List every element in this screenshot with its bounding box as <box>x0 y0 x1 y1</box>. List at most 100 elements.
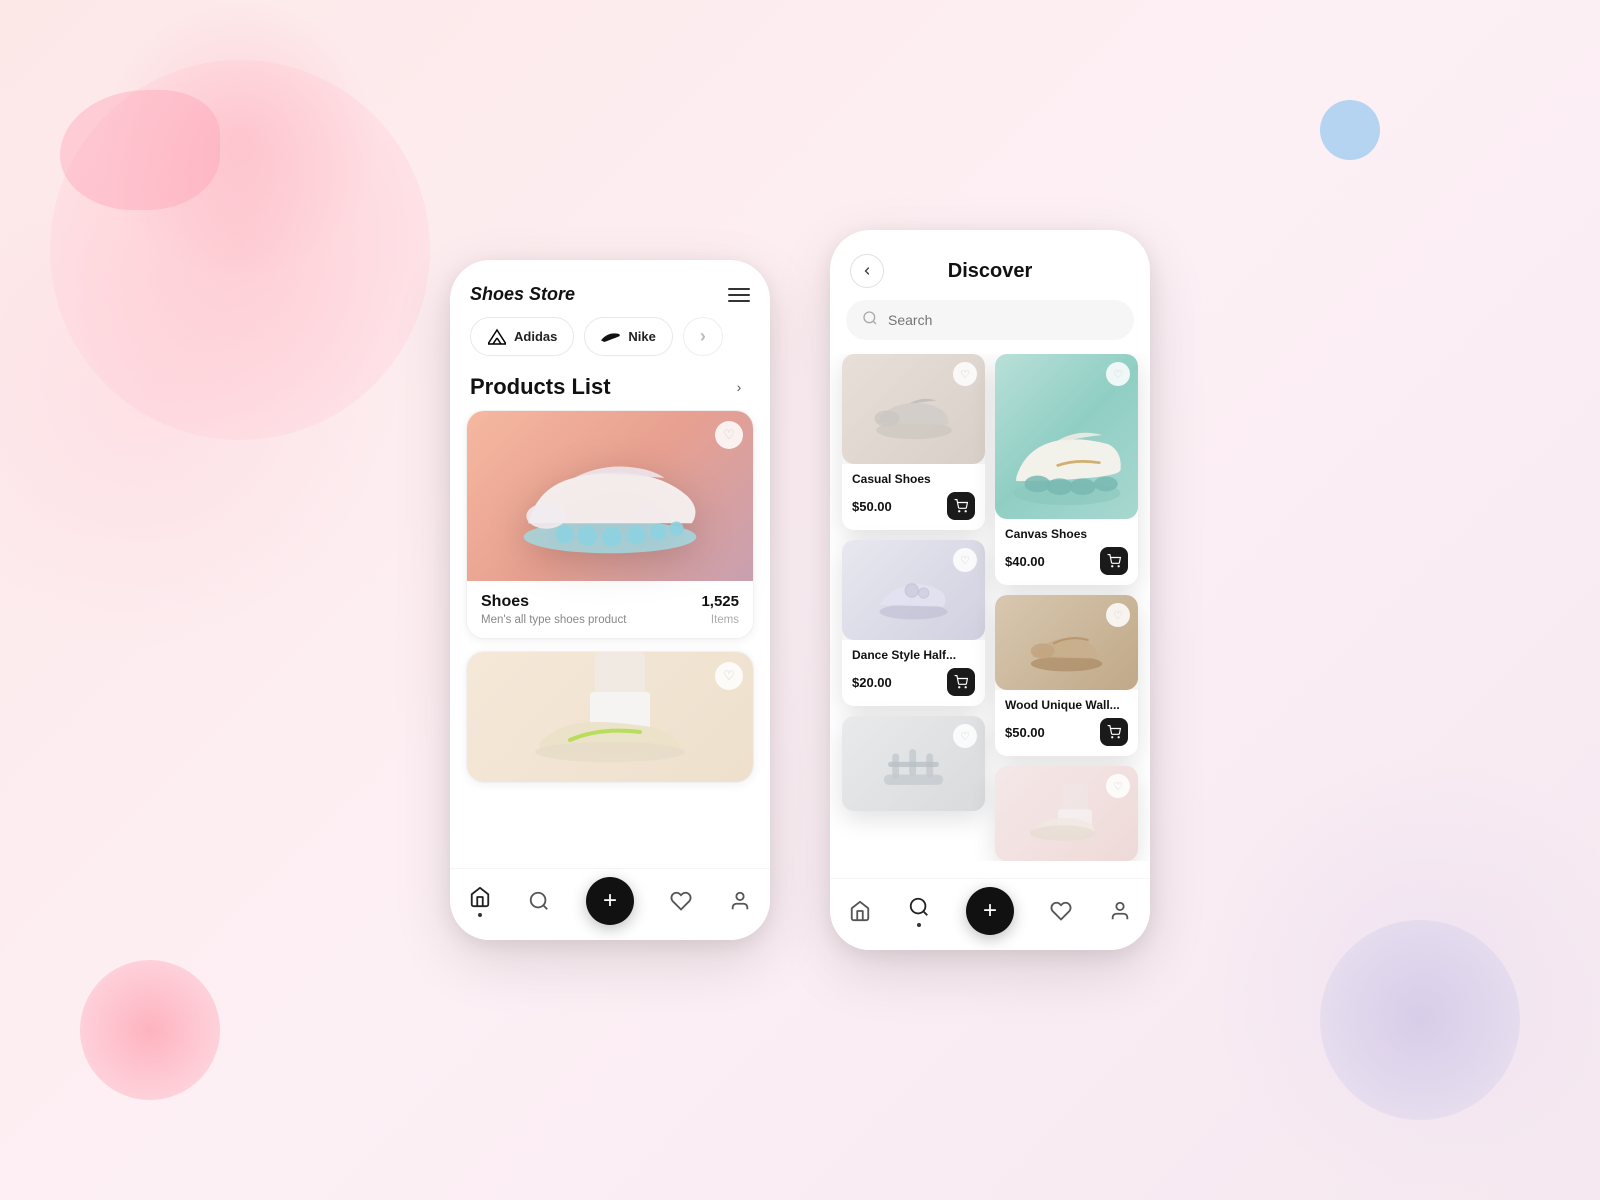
canvas-shoes-price-row: $40.00 <box>1005 547 1128 575</box>
casual-shoes-price-row: $50.00 <box>852 492 975 520</box>
nav-dot-1 <box>478 913 482 917</box>
nav-home-2[interactable] <box>848 899 872 923</box>
adidas-label: Adidas <box>514 329 557 344</box>
brand-tab-nike[interactable]: Nike <box>584 317 672 356</box>
products-scroll[interactable]: ♡ <box>450 410 770 940</box>
cart-btn-dance[interactable] <box>947 668 975 696</box>
casual-shoes-info: Casual Shoes $50.00 <box>842 464 985 530</box>
canvas-shoes-name: Canvas Shoes <box>1005 527 1128 541</box>
product-card-row-2: Men's all type shoes product Items <box>481 611 739 626</box>
canvas-card-wrap: ♡ Canvas Shoes $40.00 <box>995 354 1138 585</box>
grid-card-wood[interactable]: ♡ Wood Unique Wall... $50.00 <box>995 595 1138 756</box>
grid-card-dance[interactable]: ♡ Dance Style Half... $20.00 <box>842 540 985 706</box>
hamburger-line-2 <box>728 294 750 296</box>
search-icon-nav-2 <box>907 895 931 919</box>
home-icon-2 <box>848 899 872 923</box>
heart-casual[interactable]: ♡ <box>953 362 977 386</box>
dance-shoes-name: Dance Style Half... <box>852 648 975 662</box>
phones-container: Shoes Store Adidas <box>450 250 1150 950</box>
canvas-shoe-svg <box>1002 387 1132 507</box>
bg-blob-left <box>0 150 400 650</box>
grid-card-sandal[interactable]: ♡ <box>842 716 985 811</box>
phone1-bottom-nav: + <box>450 868 770 940</box>
product-card-row-1: Shoes 1,525 <box>481 593 739 611</box>
back-button[interactable] <box>850 254 884 288</box>
search-icon-2 <box>862 310 878 330</box>
product-count-1: 1,525 <box>701 593 739 610</box>
pink-shoe-svg <box>1024 781 1109 846</box>
canvas-shoes-img: ♡ <box>995 354 1138 519</box>
grid-card-pink[interactable]: ♡ <box>995 766 1138 861</box>
hamburger-menu[interactable] <box>728 288 750 302</box>
nav-heart-2[interactable] <box>1049 899 1073 923</box>
favorite-btn-2[interactable]: ♡ <box>715 662 743 690</box>
casual-shoes-name: Casual Shoes <box>852 472 975 486</box>
bg-blob-4 <box>80 960 220 1100</box>
search-input[interactable] <box>888 312 1118 328</box>
casual-shoe-svg <box>869 377 959 442</box>
product-grid: ♡ Casual Shoes $50.00 <box>830 354 1150 861</box>
products-title: Products List <box>470 374 611 400</box>
nav-add-2[interactable]: + <box>966 887 1014 935</box>
heart-pink[interactable]: ♡ <box>1106 774 1130 798</box>
canvas-shoes-info: Canvas Shoes $40.00 <box>995 519 1138 585</box>
bg-blob-5 <box>1320 100 1380 160</box>
nav-search-2[interactable] <box>907 895 931 927</box>
nav-add-1[interactable]: + <box>586 877 634 925</box>
search-bar[interactable] <box>846 300 1134 340</box>
shoe-illustration-2 <box>510 652 710 782</box>
cart-btn-canvas[interactable] <box>1100 547 1128 575</box>
nav-home-1[interactable] <box>468 885 492 917</box>
casual-shoes-img: ♡ <box>842 354 985 464</box>
home-icon-1 <box>468 885 492 909</box>
discover-scroll[interactable]: ♡ Casual Shoes $50.00 <box>830 354 1150 950</box>
bg-blob-right <box>1200 750 1600 1200</box>
heart-canvas[interactable]: ♡ <box>1106 362 1130 386</box>
heart-sandal[interactable]: ♡ <box>953 724 977 748</box>
phone-discover: Discover <box>830 230 1150 950</box>
phone-products-list: Shoes Store Adidas <box>450 260 770 940</box>
product-card-shoes[interactable]: ♡ <box>466 410 754 639</box>
nav-search-1[interactable] <box>527 889 551 913</box>
sandal-img: ♡ <box>842 716 985 811</box>
grid-col-right: ♡ Canvas Shoes $40.00 <box>995 354 1138 861</box>
discover-title: Discover <box>948 260 1033 283</box>
sandal-svg <box>871 734 956 794</box>
wood-shoes-name: Wood Unique Wall... <box>1005 698 1128 712</box>
cart-btn-casual[interactable] <box>947 492 975 520</box>
brand-tab-more[interactable]: › <box>683 317 723 356</box>
bg-blob-2 <box>100 0 380 280</box>
canvas-shoes-price: $40.00 <box>1005 554 1045 569</box>
heart-wood[interactable]: ♡ <box>1106 603 1130 627</box>
products-see-more[interactable]: › <box>728 376 750 398</box>
dance-shoes-info: Dance Style Half... $20.00 <box>842 640 985 706</box>
pink-shoes-img: ♡ <box>995 766 1138 861</box>
heart-dance[interactable]: ♡ <box>953 548 977 572</box>
heart-icon-2 <box>1049 899 1073 923</box>
phone2-header: Discover <box>830 230 1150 300</box>
dance-shoe-svg <box>871 558 956 623</box>
nav-profile-2[interactable] <box>1108 899 1132 923</box>
add-btn-1[interactable]: + <box>586 877 634 925</box>
brand-tabs: Adidas Nike › <box>450 317 770 370</box>
profile-icon-2 <box>1108 899 1132 923</box>
casual-shoes-price: $50.00 <box>852 499 892 514</box>
search-icon-1 <box>527 889 551 913</box>
brand-tab-adidas[interactable]: Adidas <box>470 317 574 356</box>
product-card-image-1: ♡ <box>467 411 753 581</box>
grid-card-casual[interactable]: ♡ Casual Shoes $50.00 <box>842 354 985 530</box>
grid-card-canvas[interactable]: ♡ Canvas Shoes $40.00 <box>995 354 1138 585</box>
favorite-btn-1[interactable]: ♡ <box>715 421 743 449</box>
nav-dot-2 <box>917 923 921 927</box>
add-btn-2[interactable]: + <box>966 887 1014 935</box>
product-desc-1: Men's all type shoes product <box>481 614 626 626</box>
cart-btn-wood[interactable] <box>1100 718 1128 746</box>
product-card-puma[interactable]: ♡ <box>466 651 754 783</box>
product-name-1: Shoes <box>481 593 529 611</box>
wood-shoes-price: $50.00 <box>1005 725 1045 740</box>
wood-shoes-img: ♡ <box>995 595 1138 690</box>
product-card-info-1: Shoes 1,525 Men's all type shoes product… <box>467 581 753 638</box>
nav-profile-1[interactable] <box>728 889 752 913</box>
nav-heart-1[interactable] <box>669 889 693 913</box>
nike-label: Nike <box>628 329 655 344</box>
